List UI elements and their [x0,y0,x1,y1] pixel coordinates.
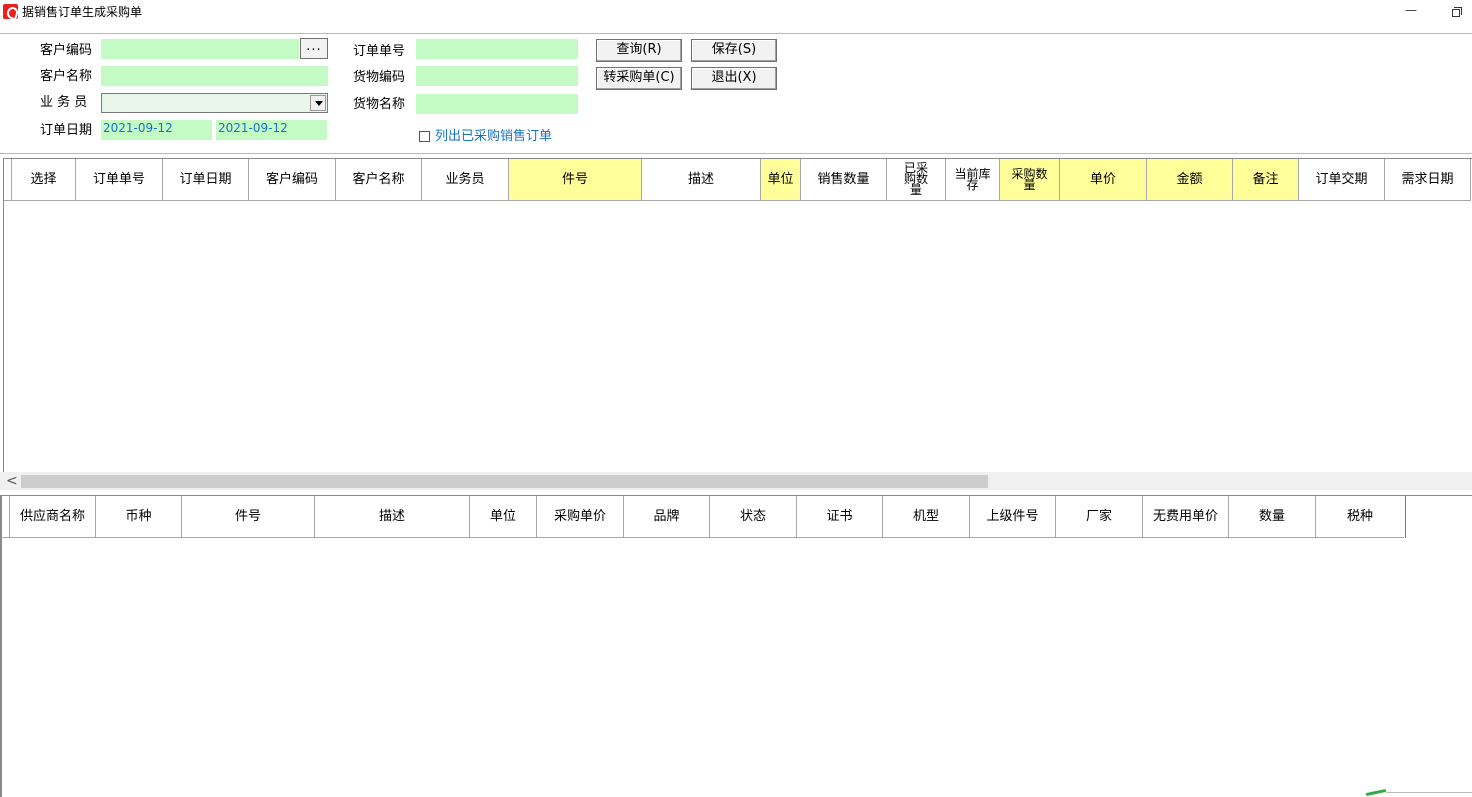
column-header[interactable]: 订单交期 [1299,159,1385,201]
column-header[interactable]: 选择 [12,159,76,201]
column-header[interactable]: 需求日期 [1385,159,1471,201]
supplier-grid-header: 供应商名称 币种 件号 描述 单位 采购单价 品牌 状态 证书 机型 上级件号 … [2,496,1406,538]
column-header[interactable]: 厂家 [1056,496,1143,538]
customer-lookup-button[interactable]: ... [300,38,328,59]
column-header[interactable]: 供应商名称 [10,496,96,538]
goods-name-label: 货物名称 [353,97,406,112]
scrollbar-thumb[interactable] [21,475,988,488]
column-header[interactable]: 无费用单价 [1143,496,1229,538]
customer-name-field[interactable] [101,66,328,86]
customer-name-label: 客户名称 [40,69,93,84]
order-date-to-field[interactable]: 2021-09-12 [216,120,327,140]
column-header[interactable]: 币种 [96,496,182,538]
title-bar [0,0,1472,24]
title-divider [0,33,1472,34]
window-title: 据销售订单生成采购单 [22,5,143,19]
column-header[interactable]: 单位 [761,159,801,201]
order-date-label: 订单日期 [40,123,93,138]
customer-code-label: 客户编码 [40,43,93,58]
scroll-left-arrow-icon[interactable]: < [6,473,18,489]
column-header[interactable]: 业务员 [422,159,509,201]
column-header[interactable]: 采购数量 [1000,159,1060,201]
show-purchased-label[interactable]: 列出已采购销售订单 [435,128,552,146]
show-purchased-checkbox[interactable] [419,131,430,142]
column-header[interactable]: 数量 [1229,496,1316,538]
column-header[interactable]: 采购单价 [537,496,624,538]
query-button[interactable]: 查询(R) [596,39,682,62]
exit-button[interactable]: 退出(X) [691,67,777,90]
bottom-edge-line [1386,792,1472,793]
column-header[interactable]: 件号 [182,496,315,538]
order-no-label: 订单单号 [353,44,406,59]
convert-to-purchase-button[interactable]: 转采购单(C) [596,67,682,90]
row-indicator-header [4,159,12,201]
sales-grid-header: 选择 订单单号 订单日期 客户编码 客户名称 业务员 件号 描述 单位 销售数量… [4,159,1472,201]
column-header[interactable]: 品牌 [624,496,710,538]
column-header[interactable]: 单价 [1060,159,1147,201]
column-header[interactable]: 客户编码 [249,159,336,201]
column-header[interactable]: 证书 [797,496,883,538]
column-header[interactable]: 描述 [315,496,470,538]
column-header[interactable]: 备注 [1233,159,1299,201]
column-header[interactable]: 金额 [1147,159,1233,201]
customer-code-field[interactable] [101,39,299,59]
sales-order-grid[interactable]: 选择 订单单号 订单日期 客户编码 客户名称 业务员 件号 描述 单位 销售数量… [3,158,1472,472]
column-header[interactable]: 当前库存 [946,159,1000,201]
column-header[interactable]: 订单日期 [163,159,249,201]
order-date-from-field[interactable]: 2021-09-12 [101,120,212,140]
salesman-label: 业 务 员 [40,95,88,110]
column-header[interactable]: 机型 [883,496,970,538]
column-header[interactable]: 已采购数量 [887,159,946,201]
restore-button[interactable] [1446,2,1468,20]
column-header[interactable]: 上级件号 [970,496,1056,538]
column-header[interactable]: 订单单号 [76,159,163,201]
salesman-select[interactable] [101,93,328,113]
supplier-grid[interactable]: 供应商名称 币种 件号 描述 单位 采购单价 品牌 状态 证书 机型 上级件号 … [0,495,1472,797]
chevron-down-icon[interactable] [310,95,326,111]
column-header[interactable]: 客户名称 [336,159,422,201]
goods-name-field[interactable] [416,94,578,114]
column-header[interactable]: 件号 [509,159,642,201]
goods-code-label: 货物编码 [353,70,406,85]
goods-code-field[interactable] [416,66,578,86]
row-indicator-header [2,496,10,538]
column-header[interactable]: 状态 [710,496,797,538]
column-header[interactable]: 销售数量 [801,159,887,201]
order-no-field[interactable] [416,39,578,59]
save-button[interactable]: 保存(S) [691,39,777,62]
minimize-button[interactable]: — [1400,2,1422,20]
form-divider [0,153,1472,154]
column-header[interactable]: 税种 [1316,496,1404,538]
column-header[interactable]: 单位 [470,496,537,538]
column-header[interactable]: 描述 [642,159,761,201]
app-icon [3,4,18,19]
